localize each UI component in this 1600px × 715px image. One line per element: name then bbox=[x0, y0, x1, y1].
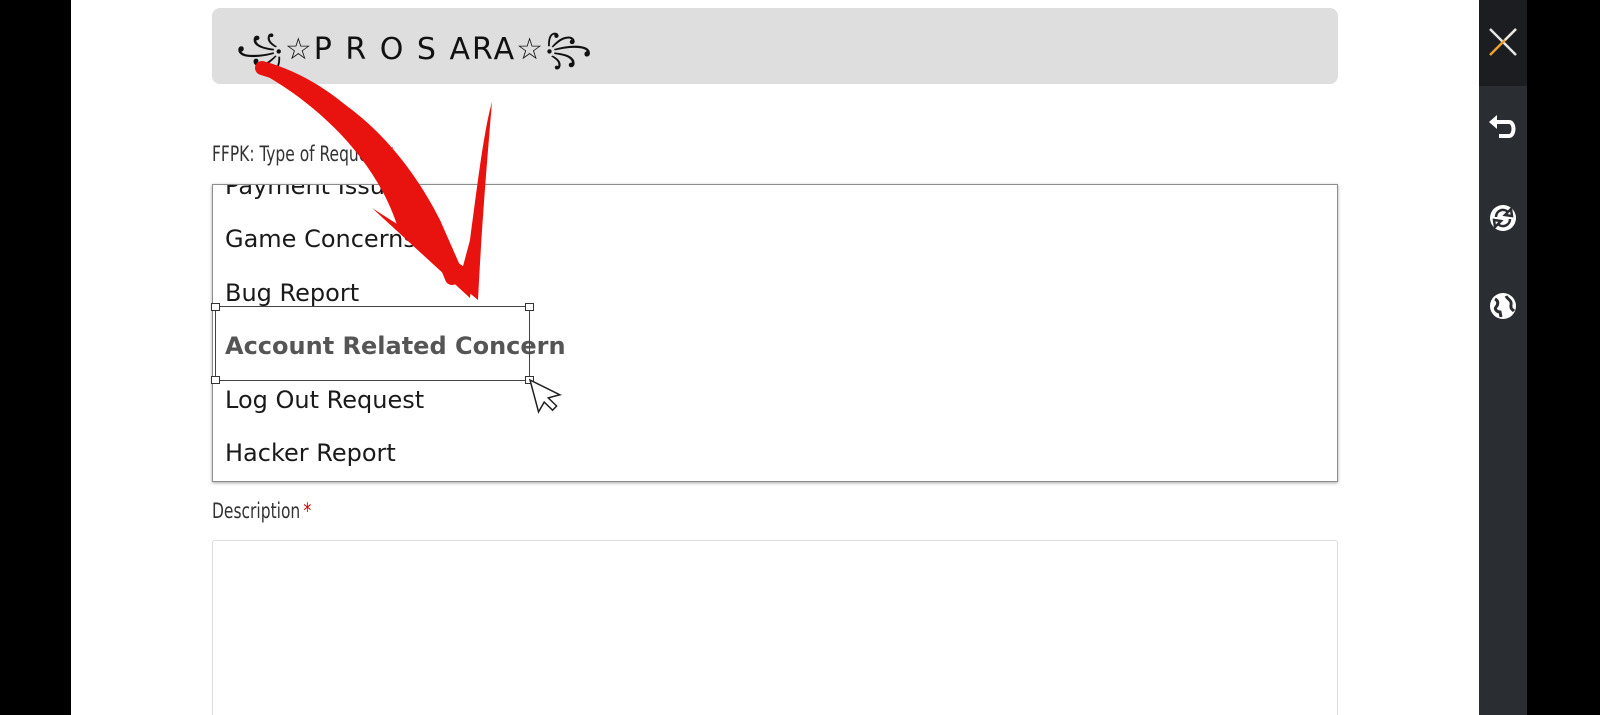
required-marker: * bbox=[385, 142, 394, 166]
form-page: ꧁☆P R O S ARA☆꧂ FFPK: Type of Request * P… bbox=[71, 0, 1479, 715]
option-payment-issue[interactable]: Payment Issue bbox=[225, 185, 400, 200]
description-label: Description * bbox=[212, 499, 311, 523]
resize-handle-top-left[interactable] bbox=[211, 303, 220, 311]
request-type-label: FFPK: Type of Request * bbox=[212, 142, 393, 166]
option-bug-report[interactable]: Bug Report bbox=[225, 279, 359, 307]
globe-icon[interactable] bbox=[1479, 282, 1527, 330]
right-toolbar bbox=[1479, 0, 1527, 715]
selection-highlight-box bbox=[211, 303, 534, 384]
request-type-label-text: FFPK: Type of Request bbox=[212, 142, 383, 166]
sync-icon[interactable] bbox=[1479, 194, 1527, 242]
option-game-concerns[interactable]: Game Concerns bbox=[225, 225, 416, 253]
resize-handle-bottom-left[interactable] bbox=[211, 376, 220, 384]
mouse-pointer-icon bbox=[528, 378, 562, 414]
description-textarea[interactable] bbox=[212, 540, 1338, 715]
required-marker: * bbox=[303, 499, 312, 523]
banner-title: ꧁☆P R O S ARA☆꧂ bbox=[236, 32, 594, 67]
resize-handle-top-right[interactable] bbox=[525, 303, 534, 311]
undo-icon[interactable] bbox=[1479, 104, 1527, 152]
header-banner: ꧁☆P R O S ARA☆꧂ bbox=[212, 8, 1338, 84]
close-icon[interactable] bbox=[1479, 18, 1527, 66]
description-label-text: Description bbox=[212, 499, 301, 523]
option-hacker-report[interactable]: Hacker Report bbox=[225, 439, 396, 467]
option-log-out-request[interactable]: Log Out Request bbox=[225, 386, 424, 414]
